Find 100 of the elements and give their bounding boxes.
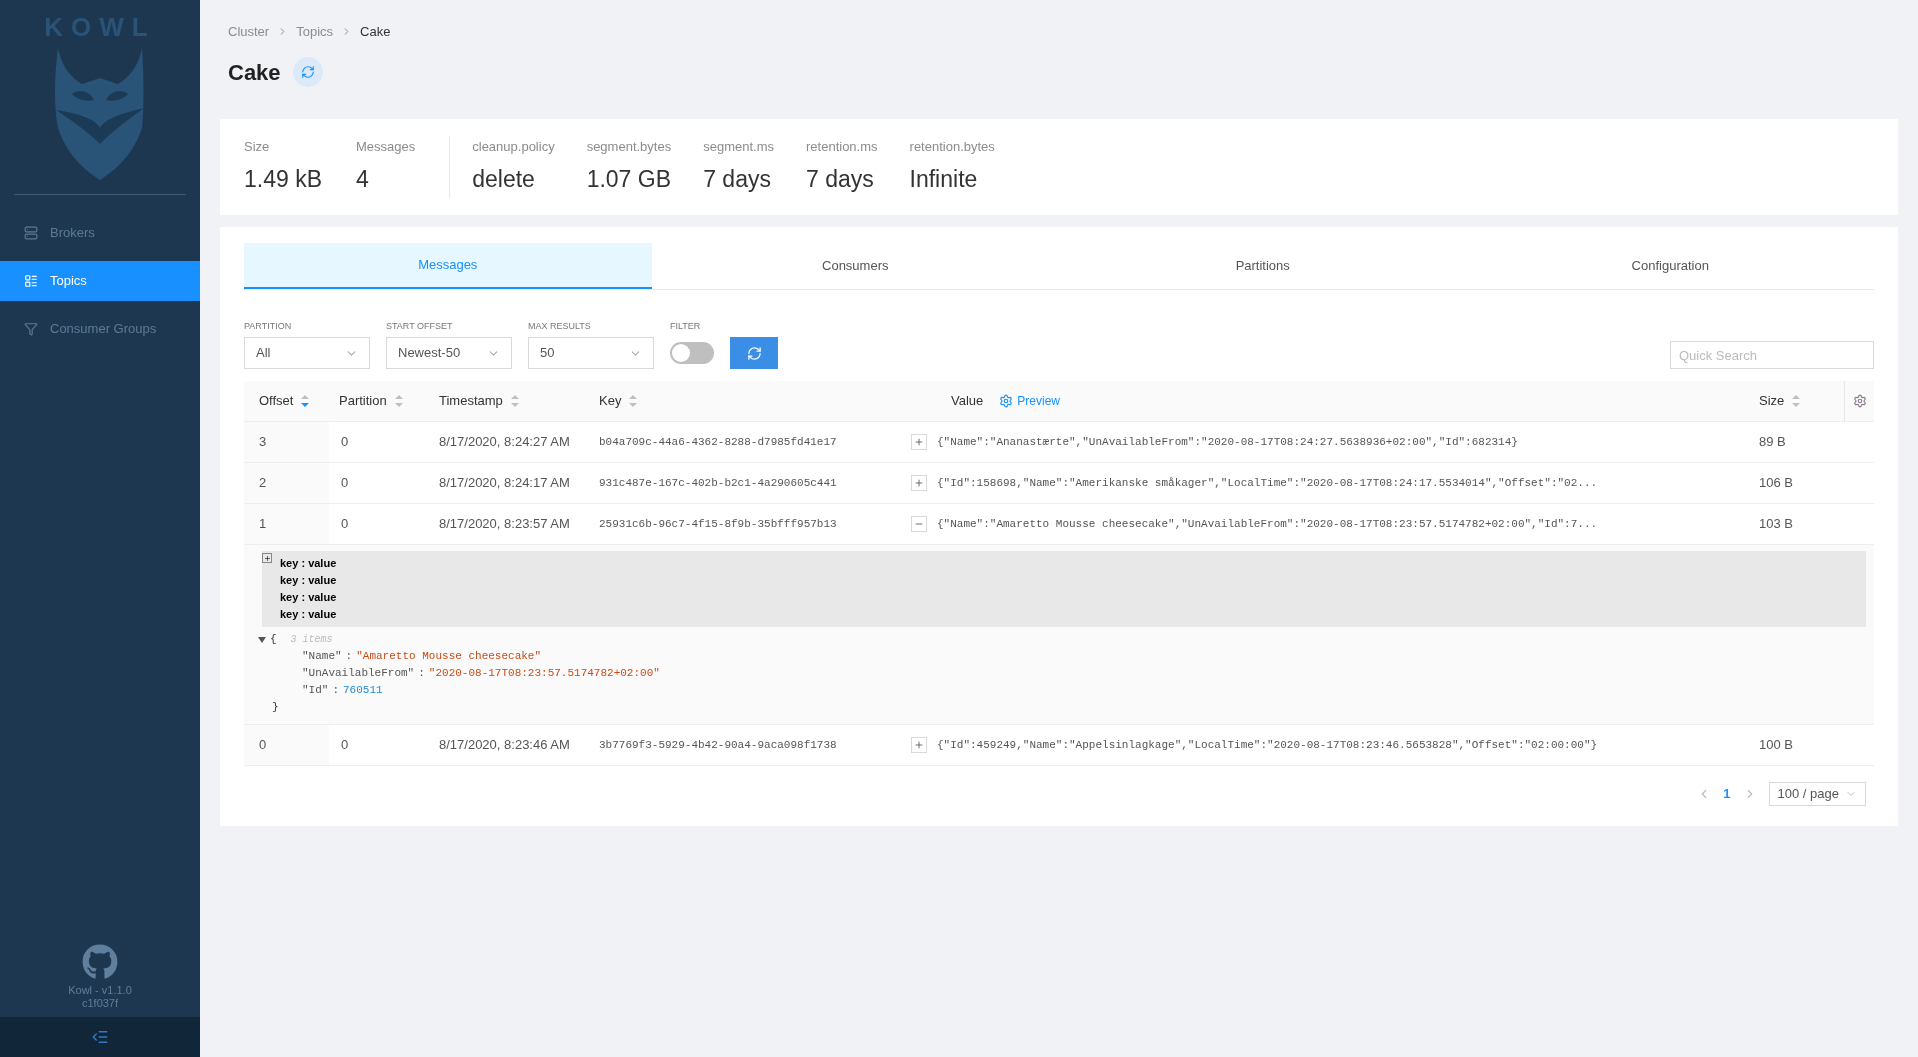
sort-icon[interactable] (394, 395, 403, 407)
key-cell-text: 931c487e-167c-402b-b2c1-4a290605c441 (599, 475, 837, 491)
collapse-menu-icon[interactable] (91, 1028, 109, 1046)
table-cell: 8/17/2020, 8:23:57 AM (439, 516, 570, 532)
config-label: cleanup.policy (472, 137, 555, 156)
filter-switch[interactable] (670, 342, 714, 364)
json-item-count: 3 items (290, 633, 333, 647)
preview-line: key : value (280, 556, 338, 571)
table-cell: 0 (341, 434, 349, 450)
plus-icon (914, 478, 924, 488)
config-label: segment.bytes (586, 137, 672, 156)
column-header: Size (1759, 392, 1785, 411)
expand-button[interactable] (911, 475, 927, 491)
select-field[interactable]: 50 (528, 337, 654, 369)
table-cell: 106 B (1759, 475, 1793, 491)
key-cell-text: b04a709c-44a6-4362-8288-d7985fd41e17 (599, 434, 837, 450)
config-label: segment.ms (703, 137, 774, 156)
tab[interactable]: Configuration (1466, 242, 1874, 289)
stat-value: 1.49 kB (244, 165, 322, 194)
table-cell-text: 1 (259, 515, 267, 534)
refresh-messages-button[interactable] (730, 337, 778, 369)
server-icon (24, 226, 38, 240)
sort-icon[interactable] (510, 395, 519, 407)
filter-label: FILTER (670, 319, 702, 333)
version-text: Kowl - v1.1.0 (68, 983, 132, 998)
config-value: 7 days (806, 165, 875, 194)
stat-label: Size (244, 137, 271, 156)
json-brace: } (272, 701, 279, 713)
table-cell: 8/17/2020, 8:24:27 AM (439, 434, 570, 450)
settings-icon[interactable] (1852, 394, 1867, 408)
json-brace: { (270, 632, 277, 647)
expand-button[interactable] (911, 737, 927, 753)
filter-label: MAX RESULTS (528, 319, 592, 333)
column-header: Timestamp (439, 392, 503, 411)
config-value: 7 days (703, 165, 772, 194)
table-cell: 89 B (1759, 434, 1786, 450)
select-field[interactable]: All (244, 337, 370, 369)
json-key: "Name" (302, 648, 342, 665)
preview-line: key : value (280, 573, 338, 588)
column-header: Value (951, 392, 984, 411)
sort-icon[interactable] (629, 395, 638, 407)
table-cell: 103 B (1759, 516, 1793, 532)
quick-search-field[interactable]: Quick Search (1670, 341, 1874, 369)
config-label: retention.ms (806, 137, 878, 156)
json-value: 760511 (343, 683, 383, 698)
filter-label: PARTITION (244, 319, 293, 333)
table-cell: 0 (341, 737, 349, 753)
table-cell-text: 3 (259, 433, 267, 452)
json-key: "Id" (302, 682, 329, 699)
refresh-icon (300, 65, 315, 79)
table-cell: 100 B (1759, 737, 1793, 753)
json-colon: : (345, 649, 353, 664)
table-cell: 0 (341, 475, 349, 491)
value-cell-text: {"Name":"Ananastærte","UnAvailableFrom":"2020-08-17T08:24:27.5638936+02:00","Id":682314} (937, 434, 1518, 450)
preview-line: key : value (280, 590, 338, 605)
table-cell: 8/17/2020, 8:24:17 AM (439, 475, 570, 491)
column-header: Offset (259, 392, 294, 411)
plus-icon (914, 740, 924, 750)
tab[interactable]: Partitions (1059, 242, 1467, 289)
stat-value: 4 (356, 165, 370, 194)
json-value: "Amaretto Mousse cheesecake" (356, 649, 542, 664)
list-icon (24, 274, 38, 288)
table-cell-text: 2 (259, 474, 267, 493)
value-cell-text: {"Name":"Amaretto Mousse cheesecake","UnAvailableFrom":"2020-08-17T08:23:57.5174782+02:00","Id":7... (937, 516, 1598, 532)
key-cell-text: 25931c6b-96c7-4f15-8f9b-35bfff957b13 (599, 516, 837, 532)
collapse-caret-icon[interactable] (258, 636, 266, 643)
json-colon: : (332, 683, 339, 698)
sort-icon[interactable] (301, 395, 310, 407)
breadcrumb-link[interactable]: Cake (360, 22, 391, 42)
tab[interactable]: Consumers (651, 242, 1059, 289)
config-value: delete (472, 165, 536, 194)
expand-button[interactable] (911, 434, 927, 450)
table-cell-text: 0 (259, 736, 267, 755)
json-value: "2020-08-17T08:23:57.5174782+02:00" (428, 666, 660, 681)
stat-label: Messages (356, 137, 416, 156)
table-cell: 0 (341, 516, 349, 532)
refresh-button[interactable] (292, 57, 323, 87)
commit-text: c1f037f (81, 997, 119, 1011)
config-value: Infinite (909, 165, 979, 194)
json-colon: : (418, 666, 425, 681)
page-title: Cake (228, 58, 281, 87)
config-value: 1.07 GB (586, 165, 672, 194)
json-key: "UnAvailableFrom" (302, 665, 415, 682)
value-cell-text: {"Id":158698,"Name":"Amerikanske småkager","LocalTime":"2020-08-17T08:24:17.5534014","Offset":"02... (937, 475, 1598, 491)
select-field[interactable]: Newest-50 (386, 337, 512, 369)
plus-icon (914, 437, 924, 447)
filter-icon (24, 322, 38, 336)
refresh-icon (746, 345, 762, 361)
table-cell: 8/17/2020, 8:23:46 AM (439, 737, 570, 753)
value-cell-text: {"Id":459249,"Name":"Appelsinlagkage","LocalTime":"2020-08-17T08:23:46.5653828","Offset":"02:00:00"} (937, 737, 1598, 753)
github-icon[interactable] (82, 943, 118, 980)
expand-button[interactable] (911, 516, 927, 532)
column-header: Partition (339, 392, 387, 411)
key-cell-text: 3b7769f3-5929-4b42-90a4-9aca098f1738 (599, 737, 837, 753)
filter-label: START OFFSET (386, 319, 454, 333)
settings-icon (999, 394, 1014, 408)
page-size-select[interactable]: 100 / page (1768, 782, 1866, 806)
expand-toggle-icon[interactable] (262, 553, 272, 563)
sort-icon[interactable] (1792, 395, 1801, 407)
config-label: retention.bytes (909, 137, 995, 156)
